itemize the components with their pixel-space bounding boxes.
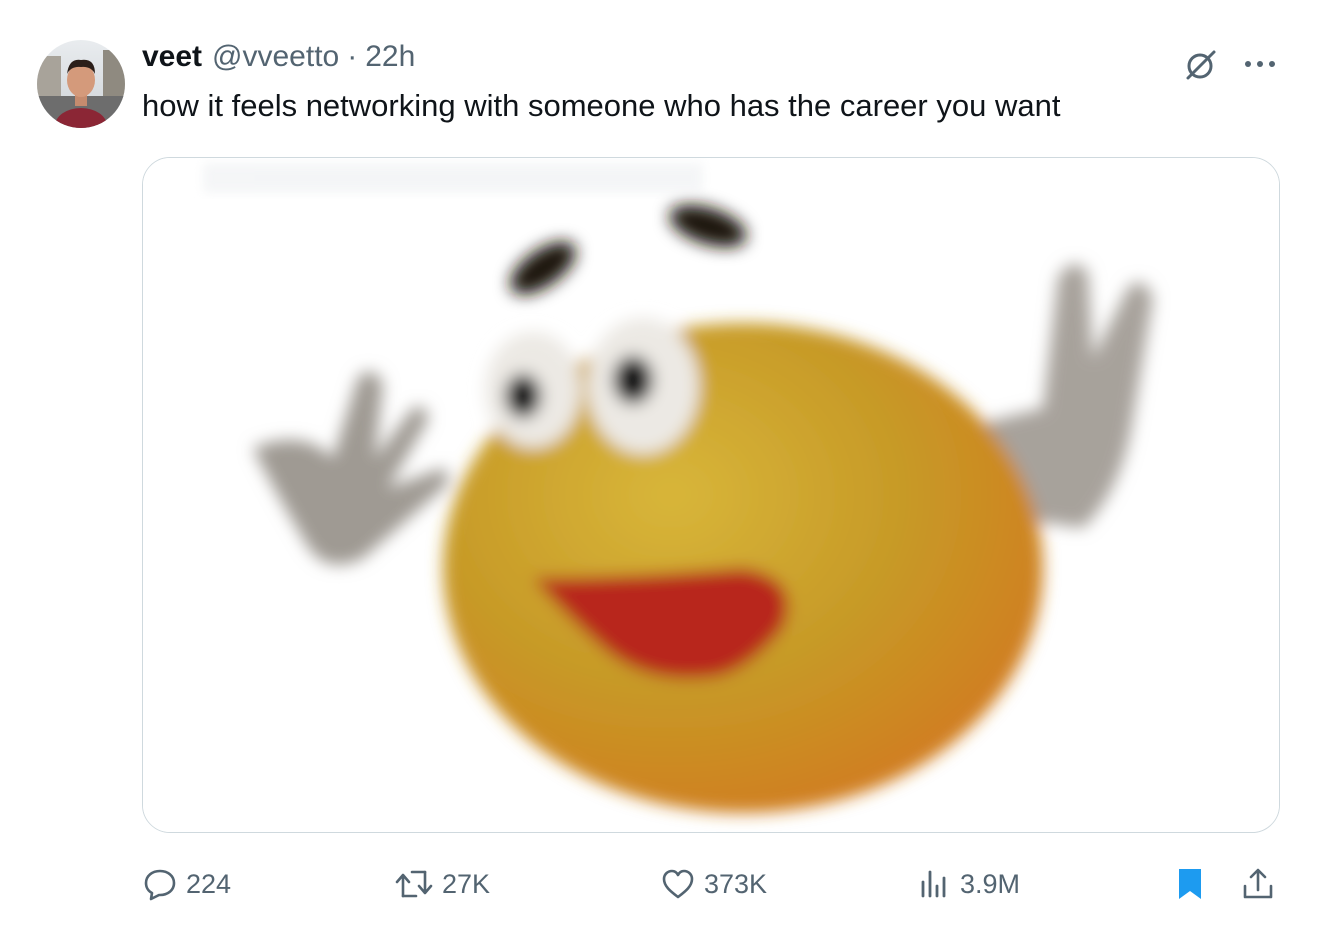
reply-count: 224	[186, 868, 232, 899]
tweet-timestamp[interactable]: 22h	[365, 40, 415, 74]
tweet-action-bar: 224 27K 373K 3.9M	[0, 858, 1318, 910]
views-icon	[921, 870, 946, 898]
share-button[interactable]	[1240, 858, 1276, 910]
like-count: 373K	[704, 868, 768, 899]
bookmark-icon	[1179, 869, 1201, 899]
like-button[interactable]: 373K	[660, 858, 767, 910]
author-handle[interactable]: @vveetto	[212, 40, 339, 74]
retweet-icon	[395, 870, 433, 898]
views-count: 3.9M	[960, 868, 1021, 899]
separator-dot: ·	[347, 40, 358, 73]
tweet-text: how it feels networking with someone who…	[142, 88, 1061, 123]
tweet-card[interactable]: veet @vveetto · 22h how it feels network…	[0, 0, 1318, 932]
more-icon[interactable]	[1240, 44, 1280, 84]
like-icon	[662, 869, 694, 899]
retweet-button[interactable]: 27K	[394, 858, 490, 910]
reply-button[interactable]: 224	[142, 858, 231, 910]
share-icon	[1243, 868, 1273, 899]
tweet-header: veet @vveetto · 22h	[142, 40, 415, 80]
avatar[interactable]	[37, 40, 125, 128]
author-name[interactable]: veet	[142, 40, 202, 74]
bookmark-button[interactable]	[1172, 858, 1208, 910]
reply-icon	[144, 869, 176, 901]
views-button[interactable]: 3.9M	[916, 858, 1020, 910]
grok-icon[interactable]	[1180, 44, 1220, 84]
tweet-media-image[interactable]	[142, 157, 1280, 833]
retweet-count: 27K	[442, 868, 491, 899]
